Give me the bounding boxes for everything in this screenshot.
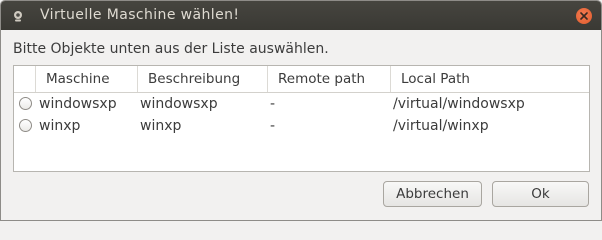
title-bar[interactable]: Virtuelle Maschine wählen! xyxy=(1,1,601,30)
table-row[interactable]: winxp winxp - /virtual/winxp xyxy=(14,115,589,137)
instruction-text: Bitte Objekte unten aus der Liste auswäh… xyxy=(13,41,329,57)
close-button[interactable] xyxy=(576,8,592,24)
local-path: /virtual/windowsxp xyxy=(393,96,525,112)
header-select-column xyxy=(14,66,36,92)
vm-app-icon xyxy=(12,10,24,22)
close-icon xyxy=(580,12,588,20)
row-select-radio[interactable] xyxy=(19,119,32,132)
window-title: Virtuelle Maschine wählen! xyxy=(40,7,240,23)
ok-button[interactable]: Ok xyxy=(492,181,589,207)
machine-description: winxp xyxy=(140,118,182,134)
column-header-beschreibung[interactable]: Beschreibung xyxy=(138,66,268,92)
machine-name: windowsxp xyxy=(39,96,117,112)
machine-list[interactable]: Maschine Beschreibung Remote path Local … xyxy=(13,65,590,172)
column-header-remote-path[interactable]: Remote path xyxy=(268,66,391,92)
machine-description: windowsxp xyxy=(140,96,218,112)
column-header-local-path[interactable]: Local Path xyxy=(391,66,589,92)
table-row[interactable]: windowsxp windowsxp - /virtual/windowsxp xyxy=(14,93,589,115)
remote-path: - xyxy=(270,96,276,112)
row-select-radio[interactable] xyxy=(19,97,32,110)
cancel-button[interactable]: Abbrechen xyxy=(383,181,482,207)
list-header: Maschine Beschreibung Remote path Local … xyxy=(14,66,589,93)
remote-path: - xyxy=(270,118,276,134)
column-header-maschine[interactable]: Maschine xyxy=(36,66,138,92)
dialog-window: Virtuelle Maschine wählen! Bitte Objekte… xyxy=(0,0,602,221)
local-path: /virtual/winxp xyxy=(393,118,489,134)
machine-name: winxp xyxy=(39,118,81,134)
